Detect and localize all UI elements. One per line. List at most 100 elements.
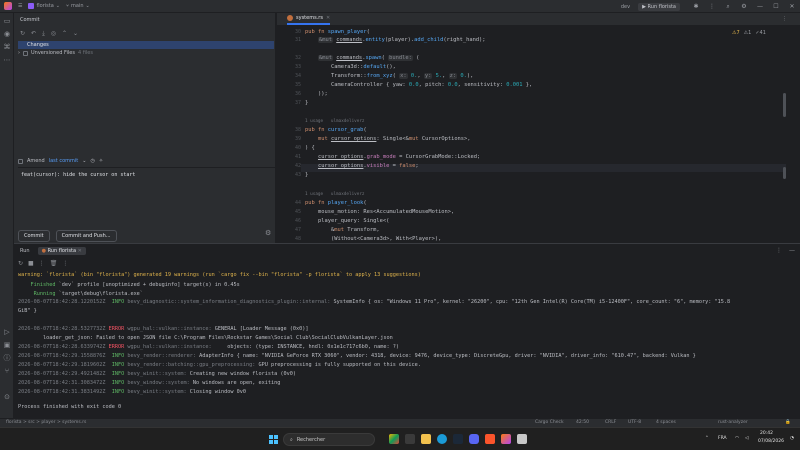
- console-mod: wgpu_hal::vulkan::instance:: [124, 326, 212, 332]
- usage-hint[interactable]: 1 usage ulmaxdeliverz: [305, 118, 365, 124]
- changes-node[interactable]: Changes: [18, 41, 274, 49]
- more-icon[interactable]: ⋮: [62, 260, 68, 267]
- more-tools-icon[interactable]: ⋯: [3, 56, 11, 64]
- commit-tool-icon[interactable]: ◉: [3, 30, 11, 38]
- structure-tool-icon[interactable]: ⌘: [3, 43, 11, 51]
- discord-icon[interactable]: [469, 434, 479, 444]
- line-number: 32: [294, 55, 301, 61]
- weak-warning-count: ⚠1: [743, 30, 752, 36]
- steam-icon[interactable]: [453, 434, 463, 444]
- close-tab-icon[interactable]: ✕: [78, 248, 82, 254]
- line-separator[interactable]: CRLF: [605, 420, 616, 425]
- rust-icon: ●: [41, 248, 46, 254]
- collapse-icon[interactable]: ⌄: [73, 30, 78, 38]
- more-icon[interactable]: ⋮: [39, 260, 45, 267]
- commit-message-field[interactable]: feat(cursor): hide the cursor on start: [18, 167, 276, 222]
- volume-icon[interactable]: ◁: [745, 436, 748, 441]
- unversioned-files-node[interactable]: › Unversioned Files 4 files: [18, 50, 93, 56]
- download-icon[interactable]: ⤓: [42, 30, 45, 38]
- file-explorer-icon[interactable]: [421, 434, 431, 444]
- more-icon[interactable]: ⋮: [782, 16, 787, 22]
- close-button[interactable]: ✕: [784, 3, 800, 10]
- problems-tool-icon[interactable]: ⓘ: [3, 354, 11, 362]
- code-line: CameraController { yaw: 0.0, pitch: 0.0,…: [305, 82, 533, 88]
- project-selector[interactable]: florista ⌄: [28, 3, 60, 9]
- widgets-icon[interactable]: [389, 434, 399, 444]
- code-line: Camera3d::default(),: [305, 64, 396, 70]
- gear-icon[interactable]: ⚙: [265, 229, 271, 237]
- start-button[interactable]: [269, 435, 278, 444]
- chevron-down-icon[interactable]: ⌄: [82, 158, 86, 164]
- minimize-panel-icon[interactable]: —: [789, 247, 795, 254]
- language-server-status[interactable]: rust-analyzer: [718, 420, 748, 425]
- settings-icon[interactable]: ⚙: [736, 3, 752, 10]
- line-number: 31: [294, 37, 301, 43]
- clear-icon[interactable]: 🗑: [50, 260, 58, 267]
- diff-icon[interactable]: ◎: [51, 30, 56, 38]
- history-icon[interactable]: ◷: [90, 158, 94, 164]
- app-icon[interactable]: [517, 434, 527, 444]
- code-editor[interactable]: systems.rs ✕ ⋮ ⚠7 ⚠1 ✓41 30 31 32 33 34 35 36 37…: [277, 13, 800, 243]
- inspection-widget[interactable]: ⚠7 ⚠1 ✓41: [732, 30, 766, 36]
- lock-icon[interactable]: 🔒: [785, 420, 791, 425]
- close-tab-icon[interactable]: ✕: [326, 15, 330, 21]
- terminal-tool-icon[interactable]: ▣: [3, 341, 11, 349]
- brave-icon[interactable]: [485, 434, 495, 444]
- debug-icon[interactable]: ✱: [688, 3, 704, 10]
- refresh-icon[interactable]: ↻: [20, 30, 25, 38]
- run-config-selector[interactable]: ▶ Run florista: [638, 2, 680, 11]
- breadcrumb[interactable]: florista > src > player > systems.rs: [6, 420, 86, 425]
- unversioned-checkbox[interactable]: [23, 50, 28, 56]
- project-tool-icon[interactable]: ▭: [3, 17, 11, 25]
- clock-date[interactable]: 07/08/2026: [758, 439, 784, 444]
- config-selector[interactable]: dev: [621, 4, 630, 10]
- minimize-button[interactable]: —: [752, 3, 768, 10]
- stop-icon[interactable]: ■: [28, 260, 34, 267]
- branch-selector[interactable]: ⑂ main ⌄: [66, 3, 90, 9]
- code-line: Transform::from_xyz( x: 0., y: 5., z: 0.…: [305, 73, 474, 79]
- app-logo-icon[interactable]: [4, 2, 12, 10]
- console-text: SystemInfo { os: "Windows 11 Pro", kerne…: [330, 299, 731, 305]
- task-view-icon[interactable]: [405, 434, 415, 444]
- commit-toolbar: ↻ ↶ ⤓ ◎ ⌃ ⌄: [20, 30, 78, 38]
- amend-checkbox[interactable]: [18, 158, 23, 164]
- main-menu-icon[interactable]: ☰: [18, 3, 22, 9]
- usage-hint[interactable]: 1 usage ulmaxdeliverz: [305, 191, 365, 197]
- run-tool-icon[interactable]: ▷: [3, 328, 11, 336]
- file-encoding[interactable]: UTF-8: [628, 420, 641, 425]
- search-icon[interactable]: ⌕: [720, 3, 736, 11]
- rollback-icon[interactable]: ↶: [31, 30, 36, 38]
- language-indicator[interactable]: FRA: [718, 436, 727, 441]
- chevron-down-icon: ⌄: [55, 3, 60, 9]
- tab-run[interactable]: Run: [20, 248, 30, 254]
- clock-time[interactable]: 20:42: [760, 431, 773, 436]
- editor-scrollbar-thumb[interactable]: [783, 93, 786, 117]
- commit-button[interactable]: Commit: [18, 230, 50, 242]
- tab-systems-rs[interactable]: systems.rs ✕: [287, 15, 331, 25]
- expand-icon[interactable]: ⌃: [62, 30, 67, 38]
- console-level: INFO: [105, 389, 125, 395]
- network-icon[interactable]: ◠: [735, 436, 739, 441]
- console-text: GiB" }: [18, 308, 37, 314]
- notification-bell-icon[interactable]: ◔: [790, 436, 794, 441]
- rerun-icon[interactable]: ↻: [18, 260, 23, 267]
- edge-icon[interactable]: [437, 434, 447, 444]
- taskbar-search[interactable]: ⌕ Rechercher: [283, 433, 375, 446]
- cargo-check-status[interactable]: Cargo Check: [535, 420, 564, 425]
- indent-setting[interactable]: 4 spaces: [656, 420, 676, 425]
- maximize-button[interactable]: ☐: [768, 3, 784, 10]
- tab-run-florista[interactable]: ● Run florista ✕: [37, 247, 86, 255]
- ai-icon[interactable]: ✧: [99, 158, 103, 164]
- caret-position[interactable]: 42:50: [576, 420, 589, 425]
- git-tool-icon[interactable]: ⑂: [3, 367, 11, 375]
- more-icon[interactable]: ⋮: [704, 3, 720, 10]
- rustrover-icon[interactable]: [501, 434, 511, 444]
- commit-and-push-button[interactable]: Commit and Push...: [55, 230, 117, 242]
- code-line: (Without<Camera3d>, With<Player>),: [305, 236, 442, 242]
- last-commit-link[interactable]: last commit: [49, 158, 79, 164]
- tray-chevron-icon[interactable]: ⌃: [705, 436, 709, 441]
- notifications-icon[interactable]: ⊙: [3, 393, 11, 401]
- console-level: INFO: [105, 380, 125, 386]
- editor-scrollbar-thumb[interactable]: [783, 167, 786, 179]
- more-icon[interactable]: ⋮: [776, 247, 782, 254]
